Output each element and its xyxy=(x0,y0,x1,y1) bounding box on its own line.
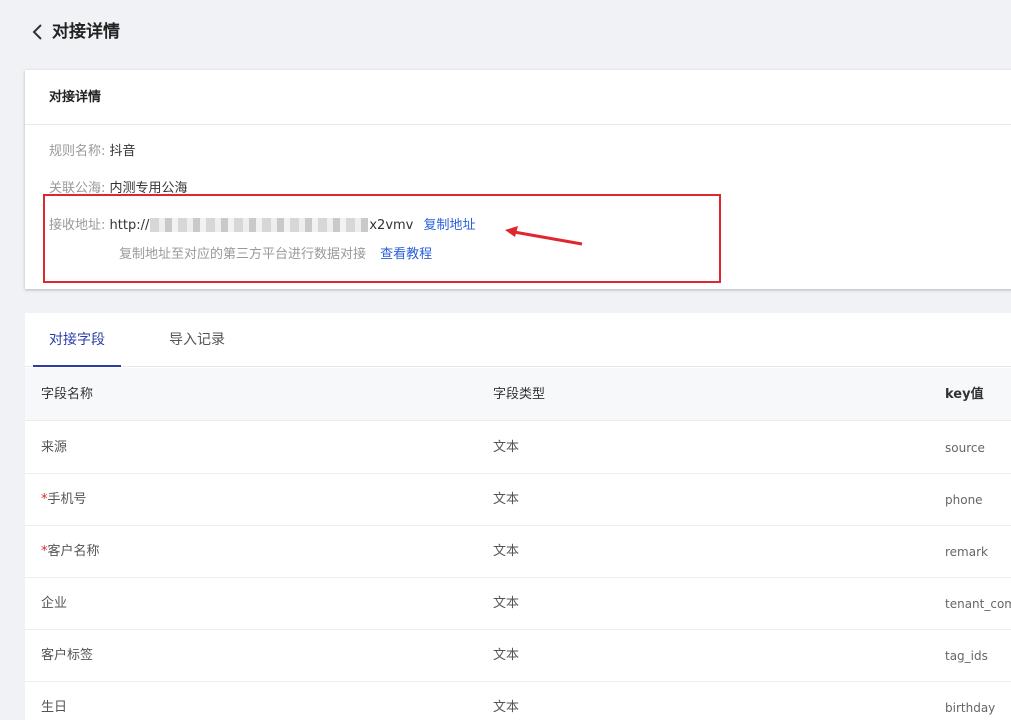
rule-name-label: 规则名称: xyxy=(49,144,106,159)
field-name-text: 来源 xyxy=(41,440,68,455)
field-key-cell: remark xyxy=(945,545,988,559)
field-key-cell: birthday xyxy=(945,701,996,715)
rule-name-value: 抖音 xyxy=(109,144,136,159)
field-key-cell: source xyxy=(945,441,985,455)
field-name-text: 客户名称 xyxy=(47,544,100,559)
field-name-cell: 生日 xyxy=(41,682,67,720)
column-header-key: key值 xyxy=(945,387,984,402)
tab-import-records[interactable]: 导入记录 xyxy=(169,313,225,367)
table-row: 生日 文本 birthday xyxy=(25,682,1011,720)
field-name-cell: 企业 xyxy=(41,578,67,630)
field-name-cell: *客户名称 xyxy=(41,526,100,578)
field-name-cell: 客户标签 xyxy=(41,630,93,682)
table-header: 字段名称 字段类型 key值 xyxy=(25,368,1011,421)
card-title: 对接详情 xyxy=(25,70,1011,125)
field-key-cell: tenant_com xyxy=(945,597,1011,611)
tab-bar: 对接字段 导入记录 xyxy=(25,313,1011,367)
annotation-arrow-icon xyxy=(505,226,583,246)
table-row: *客户名称 文本 remark xyxy=(25,526,1011,578)
page-title: 对接详情 xyxy=(52,22,120,42)
field-name-text: 生日 xyxy=(41,700,68,715)
tab-fields[interactable]: 对接字段 xyxy=(33,313,121,367)
field-type-cell: 文本 xyxy=(493,648,520,663)
chevron-left-icon[interactable] xyxy=(30,20,46,44)
field-type-cell: 文本 xyxy=(493,700,520,715)
field-name-cell: *手机号 xyxy=(41,474,87,526)
field-type-cell: 文本 xyxy=(493,544,520,559)
column-header-name: 字段名称 xyxy=(41,387,94,402)
field-name-text: 手机号 xyxy=(47,492,87,507)
field-type-cell: 文本 xyxy=(493,492,520,507)
column-header-type: 字段类型 xyxy=(493,387,546,402)
field-key-cell: tag_ids xyxy=(945,649,988,663)
fields-panel: 对接字段 导入记录 字段名称 字段类型 key值 来源 文本 source *手… xyxy=(25,313,1011,720)
table-row: *手机号 文本 phone xyxy=(25,474,1011,526)
page-header: 对接详情 xyxy=(0,0,1011,64)
table-row: 客户标签 文本 tag_ids xyxy=(25,630,1011,682)
table-row: 来源 文本 source xyxy=(25,422,1011,474)
table-row: 企业 文本 tenant_com xyxy=(25,578,1011,630)
field-type-cell: 文本 xyxy=(493,440,520,455)
annotation-highlight-box xyxy=(43,194,721,283)
rule-name-row: 规则名称: 抖音 xyxy=(49,143,136,161)
field-key-cell: phone xyxy=(945,493,983,507)
field-name-cell: 来源 xyxy=(41,422,67,474)
field-type-cell: 文本 xyxy=(493,596,520,611)
field-name-text: 客户标签 xyxy=(41,648,94,663)
field-name-text: 企业 xyxy=(41,596,68,611)
